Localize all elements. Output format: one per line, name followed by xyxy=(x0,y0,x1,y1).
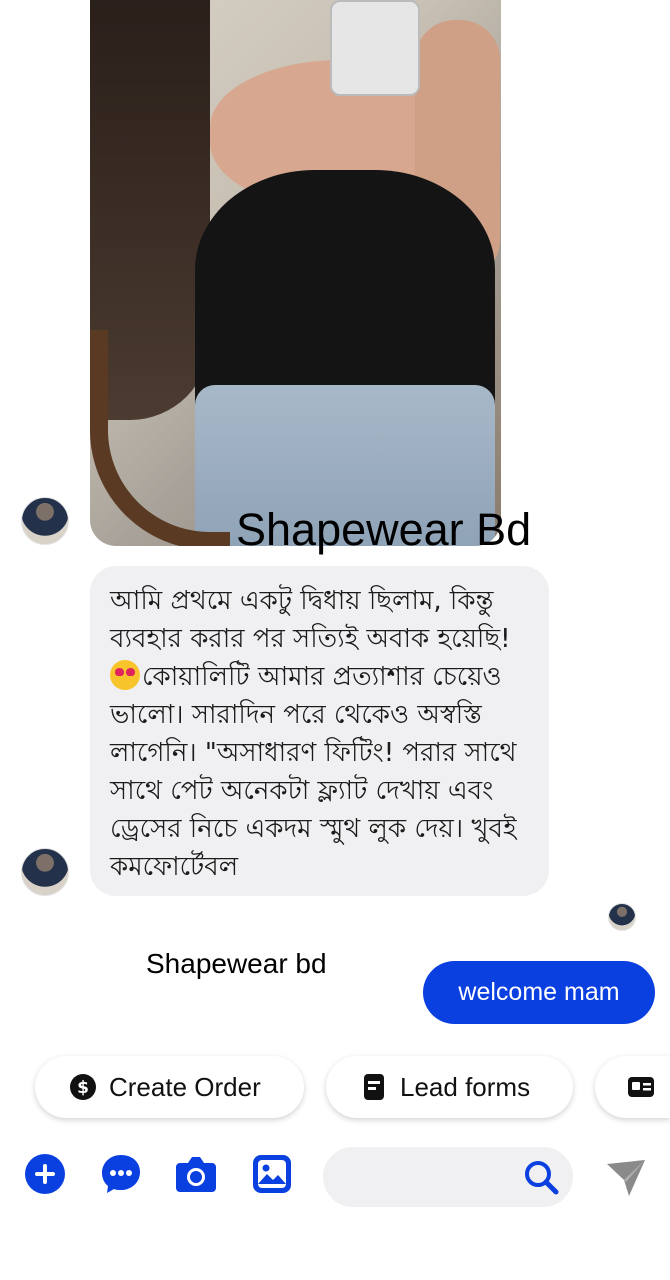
incoming-message-bubble[interactable]: আমি প্রথমে একটু দ্বিধায় ছিলাম, কিন্তু ব… xyxy=(90,566,549,896)
lead-forms-label: Lead forms xyxy=(400,1071,531,1102)
gallery-button[interactable] xyxy=(250,1152,294,1196)
image-icon xyxy=(253,1155,291,1193)
plus-button[interactable] xyxy=(23,1152,67,1196)
message-line: আমি প্রথমে একটু দ্বিধায় ছিলাম, কিন্তু xyxy=(110,586,494,616)
attached-photo[interactable] xyxy=(90,0,501,546)
sender-name-label: Shapewear bd xyxy=(146,948,327,979)
message-line: লাগেনি। "অসাধারণ ফিটিং! পরার সাথে xyxy=(110,738,517,768)
photo-phone xyxy=(330,0,420,96)
message-line-text: কোয়ালিটি আমার প্রত্যাশার চেয়েও xyxy=(142,662,502,692)
more-actions-chip[interactable] xyxy=(595,1056,670,1118)
form-icon xyxy=(360,1073,388,1101)
id-card-icon xyxy=(627,1073,655,1101)
search-input[interactable] xyxy=(343,1159,527,1197)
create-order-button[interactable]: $ Create Order xyxy=(35,1056,304,1118)
photo-top xyxy=(195,170,495,420)
chat-bubble-button[interactable] xyxy=(99,1152,143,1196)
sender-avatar[interactable] xyxy=(21,848,69,896)
heart-eyes-emoji-icon xyxy=(110,660,140,690)
message-line: ব্যবহার করার পর সত্যিই অবাক হয়েছি! xyxy=(110,624,511,654)
plus-icon xyxy=(25,1154,65,1194)
dollar-icon: $ xyxy=(69,1073,97,1101)
camera-icon xyxy=(176,1157,216,1192)
sender-avatar[interactable] xyxy=(21,497,69,545)
camera-button[interactable] xyxy=(174,1152,218,1196)
svg-text:$: $ xyxy=(77,1078,89,1098)
chat-bubble-icon xyxy=(102,1155,140,1193)
create-order-label: Create Order xyxy=(109,1071,261,1102)
photo-watermark: Shapewear Bd xyxy=(236,504,532,555)
search-field[interactable] xyxy=(323,1147,573,1207)
message-line: সাথে পেট অনেকটা ফ্ল্যাট দেখায় এবং xyxy=(110,776,494,806)
message-line: কোয়ালিটি আমার প্রত্যাশার চেয়েও xyxy=(110,658,529,696)
search-icon[interactable] xyxy=(523,1159,559,1195)
send-button[interactable] xyxy=(604,1156,648,1200)
photo-mirror-frame xyxy=(90,330,230,546)
lead-forms-button[interactable]: Lead forms xyxy=(326,1056,573,1118)
message-line: ভালো। সারাদিন পরে থেকেও অস্বস্তি xyxy=(110,700,482,730)
message-line: ড্রেসের নিচে একদম স্মুথ লুক দেয়। খুবই xyxy=(110,814,517,844)
send-icon xyxy=(607,1160,645,1196)
seen-receipt-avatar xyxy=(608,903,636,931)
message-line: কমফোর্টেবল xyxy=(110,852,239,882)
outgoing-message-bubble[interactable]: welcome mam xyxy=(423,961,655,1024)
